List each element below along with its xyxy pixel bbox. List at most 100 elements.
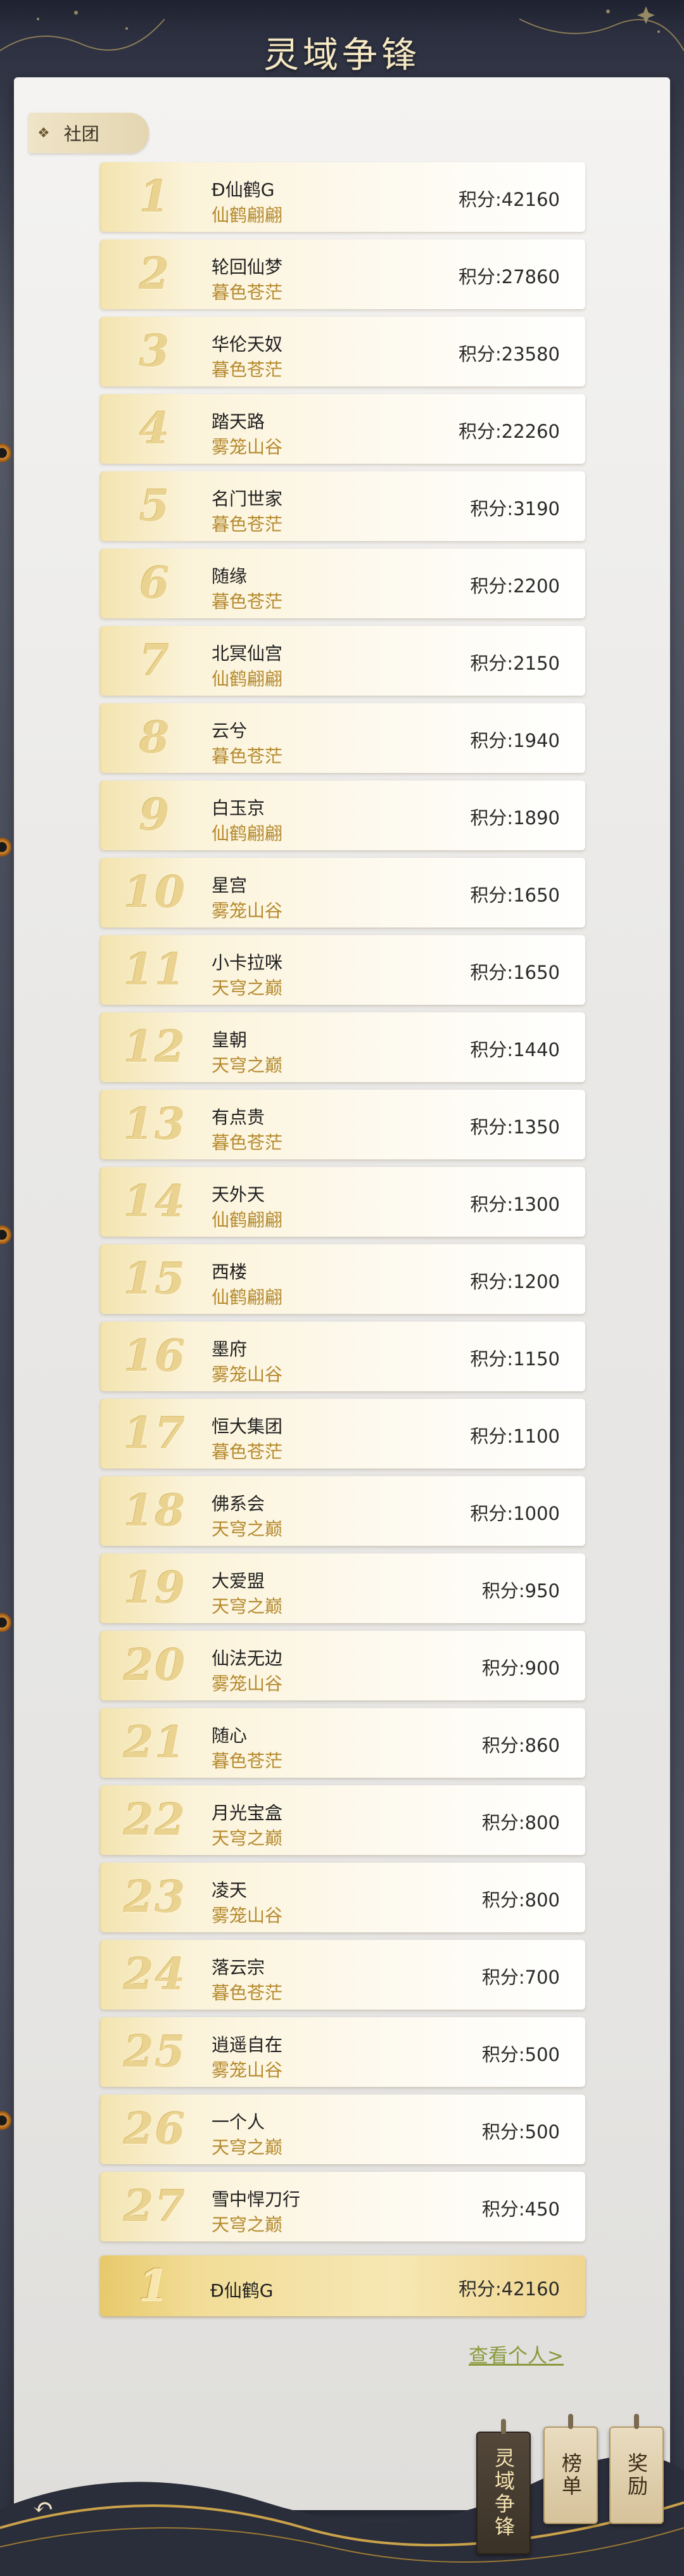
server-name: 暮色苍茫 [212,591,283,612]
ranking-row[interactable]: 17 恒大集团 暮色苍茫 积分:1100 [100,1399,585,1469]
ranking-row[interactable]: 23 凌天雾笼山谷 积分:800 [100,1863,585,1932]
server-name: 天穹之巅 [212,2214,283,2235]
club-name: 佛系会 [212,1493,265,1514]
rank-number: 22 [124,1795,187,1846]
server-name: 暮色苍茫 [212,1441,283,1462]
tab-label: 灵域争锋 [491,2447,516,2539]
club-name: 名门世家 [212,488,283,509]
tab-leaderboard[interactable]: 榜单 [543,2414,598,2524]
ranking-row[interactable]: 5 名门世家 暮色苍茫 积分:3190 [100,471,585,541]
server-name: 雾笼山谷 [212,2060,283,2081]
server-name: 雾笼山谷 [212,1905,283,1926]
club-name: 皇朝 [212,1030,248,1050]
server-name: 天穹之巅 [212,1828,283,1849]
server-name: 天穹之巅 [212,1519,283,1540]
diamond-icon: ❖ [37,125,50,141]
server-name: 仙鹤翩翩 [212,205,283,226]
ranking-row[interactable]: 7 北冥仙宫 仙鹤翩翩 积分:2150 [100,626,585,696]
page-title: 灵域争锋 [263,35,421,76]
ranking-row[interactable]: 2 轮回仙梦 暮色苍茫 积分:27860 [100,239,585,309]
server-name: 仙鹤翩翩 [212,668,283,689]
club-name: 落云宗 [212,1957,265,1978]
ranking-row[interactable]: 21 随心 暮色苍茫 积分:860 [100,1708,585,1778]
rank-number: 5 [139,481,171,532]
club-name: 星宫 [212,875,248,896]
club-score: 积分:1100 [470,1425,560,1447]
club-score: 积分:1350 [470,1116,560,1138]
server-name: 暮色苍茫 [212,1982,283,2003]
server-name: 仙鹤翩翩 [212,823,283,844]
rank-number: 13 [124,1099,187,1150]
ranking-row[interactable]: 11 小卡拉咪 天穹之巅 积分:1650 [100,935,585,1005]
rank-number: 6 [139,558,171,609]
ranking-row[interactable]: 20 仙法无边 雾笼山谷 积分:900 [100,1631,585,1700]
club-name: 华伦天奴 [212,334,283,355]
rank-number: 3 [139,326,171,377]
club-score: 积分:800 [481,1812,560,1833]
ranking-list[interactable]: 1 Đ仙鹤G 仙鹤翩翩 积分:42160 2 轮回仙梦 暮色苍茫 积分:27860 3 华伦天奴暮… [100,162,585,2249]
club-name: 恒大集团 [212,1416,283,1437]
ranking-row[interactable]: 27 雪中悍刀行 天穹之巅 积分:450 [100,2172,585,2241]
my-club-rank-row: 1 Đ仙鹤G 积分:42160 [100,2255,585,2316]
tab-lingyu-zhengfeng[interactable]: 灵域争锋 [476,2419,531,2554]
ranking-row[interactable]: 6 随缘 暮色苍茫 积分:2200 [100,549,585,618]
server-name: 暮色苍茫 [212,282,283,303]
rank-number: 14 [124,1176,187,1227]
ranking-row[interactable]: 18 佛系会天穹之巅 积分:1000 [100,1476,585,1546]
ranking-row[interactable]: 10 星宫 雾笼山谷 积分:1650 [100,858,585,928]
ranking-row[interactable]: 8 云兮 暮色苍茫 积分:1940 [100,703,585,773]
tab-label: 奖励 [624,2452,649,2498]
rank-number: 8 [139,713,171,763]
tab-label: 榜单 [559,2452,583,2498]
server-name: 天穹之巅 [212,978,283,998]
club-name: 凌天 [212,1880,248,1901]
ranking-row[interactable]: 1 Đ仙鹤G 仙鹤翩翩 积分:42160 [100,162,585,232]
club-score: 积分:700 [481,1967,560,1988]
server-name: 雾笼山谷 [212,437,283,457]
club-name: 白玉京 [212,798,265,819]
club-score: 积分:2200 [470,575,560,597]
tab-club-label: 社团 [63,124,99,144]
ranking-row[interactable]: 9 白玉京 仙鹤翩翩 积分:1890 [100,781,585,850]
club-name: Đ仙鹤G [210,2280,274,2301]
club-name: 一个人 [212,2112,265,2133]
ranking-row[interactable]: 12 皇朝 天穹之巅 积分:1440 [100,1012,585,1082]
view-personal-link[interactable]: 查看个人> [469,2340,564,2368]
side-ornament [0,2111,11,2130]
club-score: 积分:1000 [470,1503,560,1524]
club-score: 积分:22260 [458,421,560,442]
club-name: 轮回仙梦 [212,257,283,277]
ranking-row[interactable]: 15 西楼 仙鹤翩翩 积分:1200 [100,1244,585,1314]
club-name: Đ仙鹤G [212,179,275,200]
tab-club[interactable]: ❖ 社团 [28,113,149,153]
rank-number: 23 [124,1872,187,1923]
rank-number: 26 [124,2104,187,2155]
ranking-row[interactable]: 14 天外天 仙鹤翩翩 积分:1300 [100,1167,585,1237]
club-score: 积分:1650 [470,962,560,983]
ranking-row[interactable]: 13 有点贵 暮色苍茫 积分:1350 [100,1090,585,1159]
ranking-row[interactable]: 26 一个人 天穹之巅 积分:500 [100,2095,585,2164]
ranking-row[interactable]: 16 墨府 雾笼山谷 积分:1150 [100,1322,585,1391]
club-score: 积分:27860 [458,266,560,288]
club-name: 大爱盟 [212,1571,265,1591]
tab-rewards[interactable]: 奖励 [609,2414,664,2524]
ranking-row[interactable]: 3 华伦天奴 暮色苍茫 积分:23580 [100,317,585,386]
ranking-row[interactable]: 25 逍遥自在 雾笼山谷 积分:500 [100,2017,585,2087]
back-arrow-icon[interactable]: ↶ [25,2490,61,2525]
server-name: 雾笼山谷 [212,1673,283,1694]
rank-number: 18 [124,1486,187,1536]
ranking-row[interactable]: 4 踏天路 雾笼山谷 积分:22260 [100,394,585,464]
server-name: 暮色苍茫 [212,514,283,535]
club-score: 积分:500 [481,2121,560,2143]
server-name: 暮色苍茫 [212,1132,283,1153]
club-score: 积分:800 [481,1889,560,1911]
rank-number: 20 [124,1640,187,1691]
rank-number: 16 [124,1331,187,1382]
club-score: 积分:42160 [458,2278,560,2300]
rank-number: 19 [124,1563,187,1614]
club-score: 积分:860 [481,1735,560,1756]
rank-number: 12 [124,1022,187,1073]
ranking-row[interactable]: 24 落云宗 暮色苍茫 积分:700 [100,1940,585,2010]
ranking-row[interactable]: 22 月光宝盒 天穹之巅 积分:800 [100,1785,585,1855]
ranking-row[interactable]: 19 大爱盟 天穹之巅 积分:950 [100,1553,585,1623]
